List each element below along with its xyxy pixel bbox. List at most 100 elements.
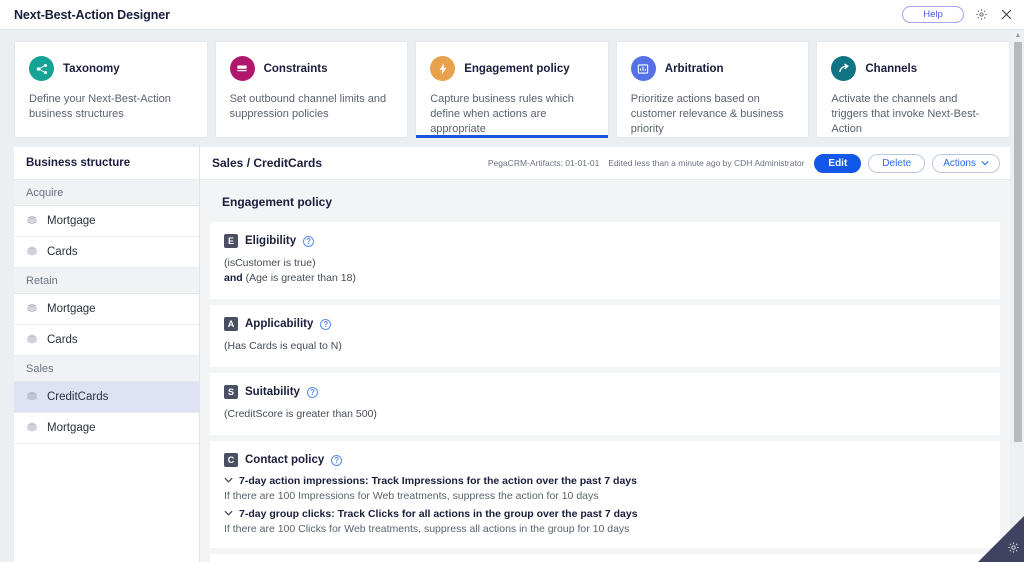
contact-policy-detail: If there are 100 Clicks for Web treatmen… [224,523,630,535]
sidebar-group-sales: Sales [14,356,199,382]
scrollbar-thumb[interactable] [1014,42,1022,442]
card-header: Arbitration [630,56,795,81]
sidebar-item-label: Mortgage [47,215,96,227]
condition-line: (CreditScore is greater than 500) [224,407,986,422]
contact-policy-item: 7-day action impressions: Track Impressi… [224,475,986,502]
record-metadata: PegaCRM-Artifacts: 01-01-01 Edited less … [488,158,805,168]
sidebar-item-retain-mortgage[interactable]: Mortgage [14,294,199,325]
ruleset-label: PegaCRM-Artifacts: 01-01-01 [487,158,600,168]
card-title: Taxonomy [63,62,120,75]
chevron-down-icon [981,158,989,169]
nba-card-strip: Taxonomy Define your Next-Best-Action bu… [0,30,1024,138]
help-icon[interactable]: ? [303,235,315,247]
section-title: Contact policy [245,454,325,466]
content-pane: Sales / CreditCards PegaCRM-Artifacts: 0… [200,147,1010,562]
contact-policy-title: 7-day action impressions: Track Impressi… [239,475,637,487]
condition-line: (Has Cards is equal to N) [224,339,986,354]
contact-policy-toggle[interactable]: 7-day group clicks: Track Clicks for all… [224,508,986,520]
content-toolbar: Sales / CreditCards PegaCRM-Artifacts: 0… [200,147,1010,180]
card-header: Channels [831,56,995,81]
sidebar-group-label: Sales [26,362,54,375]
card-title: Constraints [263,62,328,75]
card-header: Taxonomy [29,56,193,81]
section-eligibility: E Eligibility ? (isCustomer is true) and… [210,222,1000,299]
sidebar-group-label: Retain [26,274,58,287]
sidebar-item-acquire-cards[interactable]: Cards [14,237,199,268]
card-constraints[interactable]: Constraints Set outbound channel limits … [214,41,409,138]
actions-menu-label: Actions [943,157,976,169]
edited-label: Edited less than a minute ago by CDH Adm… [608,158,805,168]
card-description: Activate the channels and triggers that … [831,93,980,135]
card-taxonomy[interactable]: Taxonomy Define your Next-Best-Action bu… [14,41,208,138]
section-suitability: S Suitability ? (CreditScore is greater … [210,373,1000,435]
gear-icon[interactable] [1007,541,1020,559]
sidebar-group-retain: Retain [14,268,199,294]
card-description: Define your Next-Best-Action business st… [29,93,171,120]
corner-resize-handle[interactable] [978,516,1024,562]
sidebar-item-sales-creditcards[interactable]: CreditCards [14,382,199,413]
sidebar-item-label: CreditCards [47,391,109,403]
contact-policy-toggle[interactable]: 7-day action impressions: Track Impressi… [224,475,986,487]
card-title: Engagement policy [464,62,570,75]
sidebar-item-acquire-mortgage[interactable]: Mortgage [14,206,199,237]
condition-text: (CreditScore is greater than 500) [224,408,377,420]
help-icon[interactable]: ? [331,454,343,466]
section-header: C Contact policy ? [224,453,986,467]
card-description: Prioritize actions based on customer rel… [630,93,784,135]
card-engagement-policy[interactable]: Engagement policy Capture business rules… [415,41,609,138]
channels-arrow-icon [831,56,857,81]
section-header: A Applicability ? [224,317,986,331]
scroll-up-arrow-icon[interactable]: ▲ [1012,30,1024,41]
gear-icon[interactable] [973,7,989,23]
card-channels[interactable]: Channels Activate the channels and trigg… [816,41,1010,138]
condition-operator: and [224,272,246,284]
sidebar-item-sales-mortgage[interactable]: Mortgage [14,413,199,444]
stack-icon [26,390,38,405]
taxonomy-share-icon [29,56,54,81]
help-icon[interactable]: ? [306,386,318,398]
breadcrumb: Sales / CreditCards [212,156,323,170]
chevron-down-icon [224,508,233,518]
card-description: Set outbound channel limits and suppress… [229,93,387,120]
sidebar-item-retain-cards[interactable]: Cards [14,325,199,356]
page-title: Next-Best-Action Designer [14,7,170,22]
contact-policy-badge-icon: C [224,453,238,467]
help-button[interactable]: Help [902,6,964,23]
close-icon[interactable] [998,7,1014,23]
actions-menu-button[interactable]: Actions [932,153,1000,173]
sidebar-heading: Business structure [14,147,199,180]
edit-button[interactable]: Edit [814,153,862,173]
sidebar-item-label: Cards [47,246,78,258]
contact-policy-detail: If there are 100 Impressions for Web tre… [224,490,599,502]
card-description: Capture business rules which define when… [430,93,574,135]
titlebar-actions: Help [902,6,1014,23]
delete-button[interactable]: Delete [868,153,926,173]
help-icon[interactable]: ? [320,318,332,330]
stack-icon [26,245,38,260]
section-title: Eligibility [245,235,297,247]
eligibility-badge-icon: E [224,234,238,248]
sidebar-item-label: Mortgage [47,303,96,315]
section-applicability: A Applicability ? (Has Cards is equal to… [210,305,1000,367]
section-title: Applicability [245,318,314,330]
section-header: E Eligibility ? [224,234,986,248]
sidebar-group-label: Acquire [26,186,64,199]
record-action-buttons: Edit Delete Actions [814,153,1000,173]
condition-text: (Age is greater than 18) [245,272,356,284]
condition-line: (isCustomer is true) [224,256,986,271]
sidebar-item-label: Mortgage [47,422,96,434]
card-arbitration[interactable]: Arbitration Prioritize actions based on … [615,41,810,138]
card-title: Arbitration [664,62,724,75]
stack-icon [26,302,38,317]
section-title: Suitability [245,386,300,398]
business-structure-sidebar: Business structure Acquire Mortgage Card… [14,147,200,562]
applicability-badge-icon: A [224,317,238,331]
stack-icon [26,333,38,348]
app-titlebar: Next-Best-Action Designer Help [0,0,1024,30]
vertical-scrollbar[interactable]: ▲ [1012,30,1024,562]
suitability-badge-icon: S [224,385,238,399]
stack-icon [26,421,38,436]
arbitration-chart-icon [630,56,656,81]
engagement-policy-heading: Engagement policy [222,195,333,209]
sidebar-item-label: Cards [47,334,78,346]
